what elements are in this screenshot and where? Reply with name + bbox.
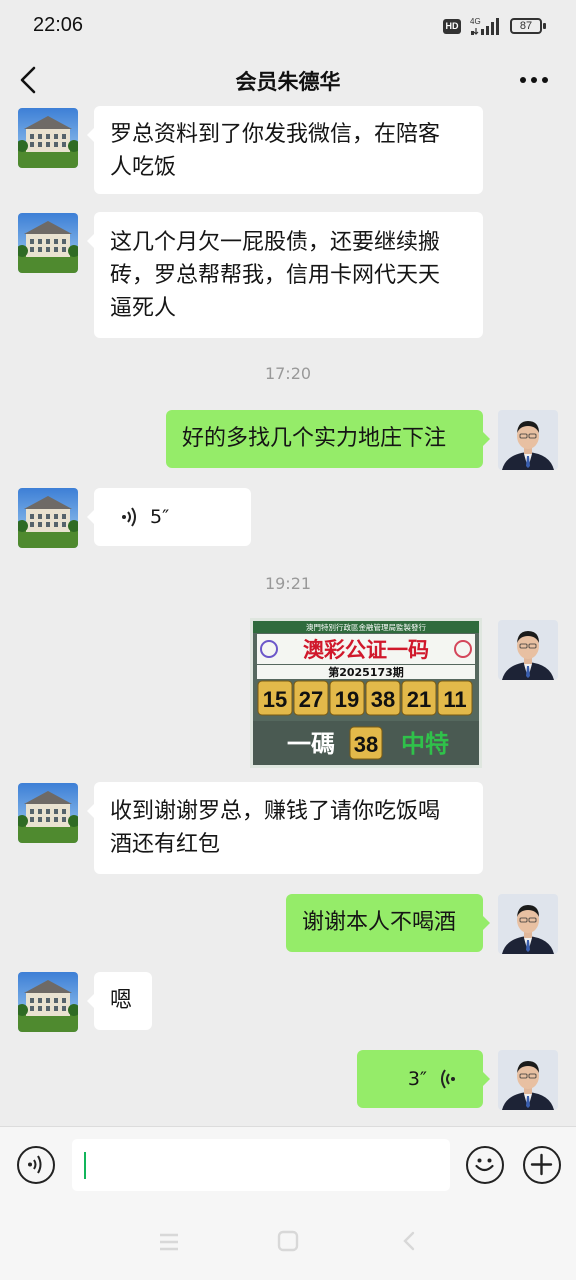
lottery-headline: 澳彩公证一码 [303,637,429,662]
contact-avatar[interactable] [18,488,78,548]
hd-badge: HD [443,19,461,34]
message-bubble[interactable]: 谢谢本人不喝酒 [286,894,490,952]
castle-photo [18,213,78,273]
plus-glyph [530,1153,553,1176]
emoji-icon[interactable] [466,1146,504,1184]
voice-duration: 3″ [407,1067,427,1090]
lottery-image[interactable]: 澳門特別行政區金融管理局監製發行 澳彩公证一码 第2025173期 15 27 … [250,618,482,768]
voice-input-icon[interactable] [17,1146,55,1184]
portrait-photo [498,620,558,680]
chat-title: 会员朱德华 [235,70,341,94]
message-line: 收到谢谢罗总，赚钱了请你吃饭喝 [110,799,441,824]
lottery-issuer: 澳門特別行政區金融管理局監製發行 [306,622,426,632]
message-line: 人吃饭 [110,155,177,180]
voice-message[interactable]: 5″ [87,488,251,546]
more-dots-icon[interactable] [516,68,552,92]
my-avatar[interactable] [498,1050,558,1110]
text-cursor [84,1152,86,1179]
chat-header: 会员朱德华 [0,56,576,106]
voice-wave-icon [122,507,136,527]
system-nav-bar [0,1202,576,1280]
home-icon[interactable] [277,1230,299,1252]
my-avatar[interactable] [498,410,558,470]
message-bubble[interactable]: 嗯 [87,972,152,1030]
message-line: 好的多找几个实力地庄下注 [182,426,447,451]
lottery-number: 21 [407,687,431,712]
message-line: 酒还有红包 [110,832,221,857]
input-bar [0,1126,576,1203]
lottery-number: 38 [371,687,395,712]
status-time: 22:06 [33,14,84,36]
message-input[interactable] [72,1139,450,1191]
lottery-number: 11 [443,687,466,712]
my-avatar[interactable] [498,620,558,680]
contact-avatar[interactable] [18,213,78,273]
message-line: 罗总资料到了你发我微信，在陪客 [110,122,441,147]
voice-wave-icon [441,1069,455,1089]
menu-icon[interactable] [158,1232,180,1252]
lottery-footer-number: 38 [354,732,378,757]
portrait-photo [498,410,558,470]
message-bubble[interactable]: 这几个月欠一屁股债，还要继续搬 砖，罗总帮帮我，信用卡网代天天 逼死人 [87,212,483,338]
castle-photo [18,108,78,168]
message-list[interactable]: 罗总资料到了你发我微信，在陪客 人吃饭 这几个月欠一屁股债，还要继续搬 砖，罗总… [0,106,576,1126]
castle-photo [18,488,78,548]
contact-avatar[interactable] [18,783,78,843]
lottery-issue: 第2025173期 [328,665,404,679]
voice-duration: 5″ [150,505,170,528]
message-line: 嗯 [110,988,133,1013]
castle-photo [18,972,78,1032]
castle-photo [18,783,78,843]
message-line: 谢谢本人不喝酒 [302,910,457,935]
signal-icon: 4G [470,17,499,35]
plus-icon[interactable] [523,1146,561,1184]
lottery-number: 15 [263,687,287,712]
portrait-photo [498,1050,558,1110]
message-bubble[interactable]: 好的多找几个实力地庄下注 [166,410,490,468]
lottery-graphic: 澳門特別行政區金融管理局監製發行 澳彩公证一码 第2025173期 15 27 … [253,621,479,765]
lottery-footer-left: 一碼 [287,729,335,758]
voice-message[interactable]: 3″ [357,1050,490,1108]
message-timestamp: 19:21 [264,574,312,593]
message-line: 逼死人 [110,296,177,321]
back-icon[interactable] [400,1230,418,1252]
message-line: 砖，罗总帮帮我，信用卡网代天天 [110,263,441,288]
portrait-photo [498,894,558,954]
message-bubble[interactable]: 收到谢谢罗总，赚钱了请你吃饭喝 酒还有红包 [87,782,483,874]
contact-avatar[interactable] [18,972,78,1032]
lottery-footer-right: 中特 [401,729,449,758]
lottery-number: 27 [299,687,323,712]
status-bar: 22:06 HD 4G 87 [0,0,576,56]
battery-indicator: 87 [510,18,546,34]
voice-wave-glyph [28,1155,42,1174]
message-line: 这几个月欠一屁股债，还要继续搬 [110,230,441,255]
lottery-number: 19 [335,687,359,712]
message-bubble[interactable]: 罗总资料到了你发我微信，在陪客 人吃饭 [87,106,483,194]
contact-avatar[interactable] [18,108,78,168]
smiley-glyph [475,1158,494,1172]
my-avatar[interactable] [498,894,558,954]
network-label: 4G [470,17,481,26]
message-timestamp: 17:20 [264,364,312,383]
